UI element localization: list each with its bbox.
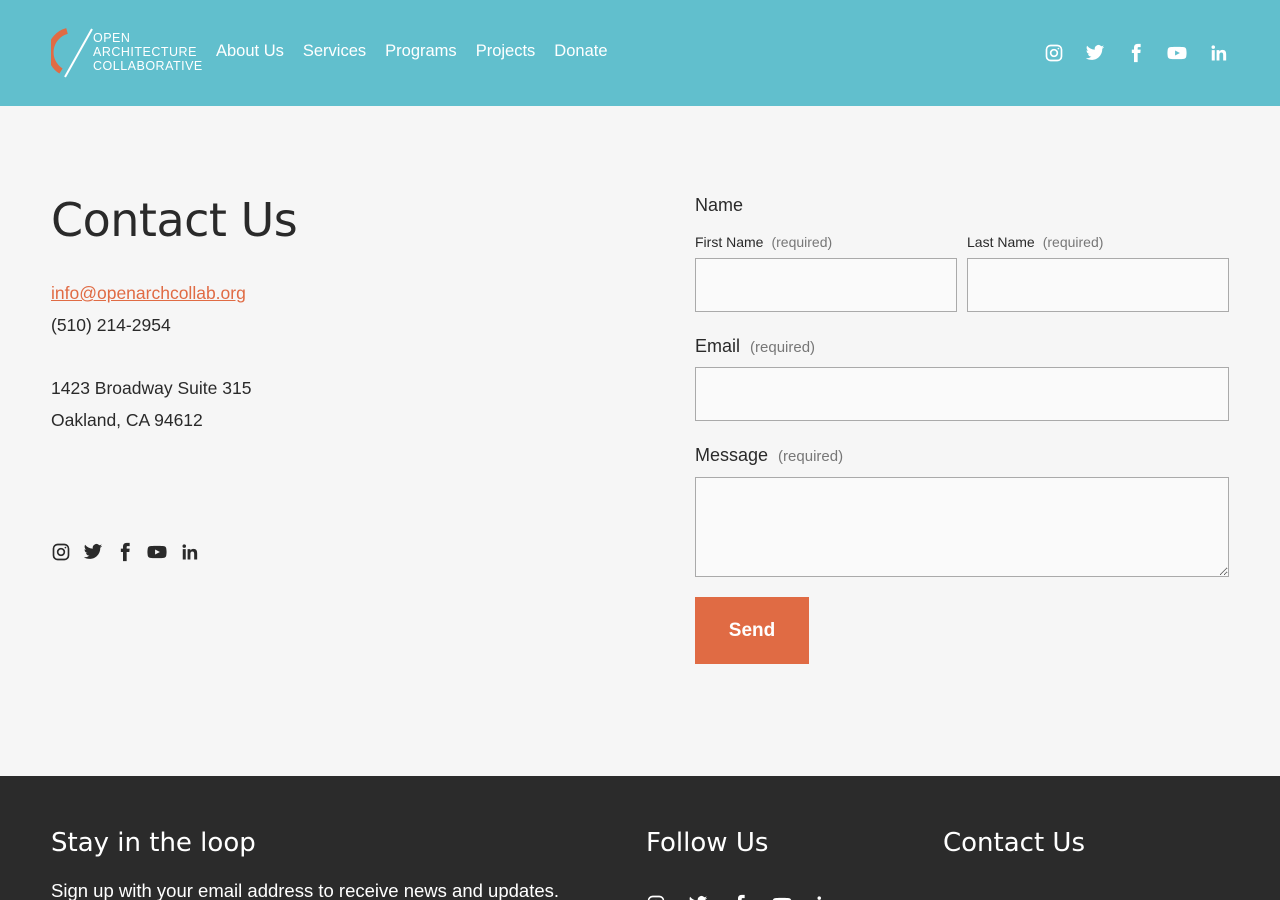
name-group-label: Name <box>695 195 744 215</box>
logo-text-line3: COLLABORATIVE <box>93 59 203 73</box>
twitter-icon[interactable] <box>1085 43 1105 63</box>
site-header: OPEN ARCHITECTURE COLLABORATIVE About Us… <box>0 0 1280 106</box>
youtube-icon[interactable] <box>1167 43 1187 63</box>
youtube-icon[interactable] <box>772 894 792 900</box>
first-name-label-text: First Name <box>695 234 764 250</box>
main-nav: About Us Services Programs Projects Dona… <box>216 42 608 61</box>
first-name-input[interactable] <box>695 258 957 312</box>
required-indicator: (required) <box>778 448 844 465</box>
footer-social-links <box>646 894 834 900</box>
page-title: Contact Us <box>51 193 298 247</box>
nav-projects[interactable]: Projects <box>476 42 536 61</box>
youtube-icon[interactable] <box>147 542 167 562</box>
twitter-icon[interactable] <box>83 542 103 562</box>
facebook-icon[interactable] <box>1126 43 1146 63</box>
contact-address-line2: Oakland, CA 94612 <box>51 410 203 430</box>
contact-phone: (510) 214-2954 <box>51 315 171 335</box>
email-label: Email (required) <box>695 336 815 357</box>
nav-about-us[interactable]: About Us <box>216 42 284 61</box>
last-name-label-text: Last Name <box>967 234 1035 250</box>
facebook-icon[interactable] <box>115 542 135 562</box>
last-name-label: Last Name (required) <box>967 234 1103 250</box>
nav-services[interactable]: Services <box>303 42 366 61</box>
email-label-text: Email <box>695 336 741 356</box>
linkedin-icon[interactable] <box>814 894 834 900</box>
contact-social-links <box>51 542 199 562</box>
contact-address-line1: 1423 Broadway Suite 315 <box>51 378 252 398</box>
send-button[interactable]: Send <box>695 597 809 664</box>
logo-text-line1: OPEN <box>93 31 131 45</box>
email-input[interactable] <box>695 367 1229 421</box>
logo-text-line2: ARCHITECTURE <box>93 45 197 59</box>
last-name-input[interactable] <box>967 258 1229 312</box>
required-indicator: (required) <box>750 339 816 356</box>
site-logo[interactable]: OPEN ARCHITECTURE COLLABORATIVE <box>51 27 202 79</box>
contact-email-link[interactable]: info@openarchcollab.org <box>51 283 246 304</box>
nav-programs[interactable]: Programs <box>385 42 457 61</box>
site-footer: Stay in the loop Sign up with your email… <box>0 776 1280 900</box>
twitter-icon[interactable] <box>688 894 708 900</box>
footer-newsletter-title: Stay in the loop <box>51 828 256 858</box>
instagram-icon[interactable] <box>1044 43 1064 63</box>
required-indicator: (required) <box>1042 234 1104 250</box>
instagram-icon[interactable] <box>646 894 666 900</box>
required-indicator: (required) <box>771 234 833 250</box>
instagram-icon[interactable] <box>51 542 71 562</box>
facebook-icon[interactable] <box>730 894 750 900</box>
logo-mark-icon <box>51 28 93 78</box>
linkedin-icon[interactable] <box>1208 43 1228 63</box>
nav-donate[interactable]: Donate <box>554 42 607 61</box>
message-label-text: Message <box>695 445 769 465</box>
footer-contact-title: Contact Us <box>943 828 1085 858</box>
linkedin-icon[interactable] <box>179 542 199 562</box>
message-textarea[interactable] <box>695 477 1229 577</box>
footer-follow-title: Follow Us <box>646 828 769 858</box>
header-social-links <box>1044 43 1228 63</box>
footer-newsletter-text: Sign up with your email address to recei… <box>51 880 560 900</box>
first-name-label: First Name (required) <box>695 234 832 250</box>
message-label: Message (required) <box>695 445 843 466</box>
